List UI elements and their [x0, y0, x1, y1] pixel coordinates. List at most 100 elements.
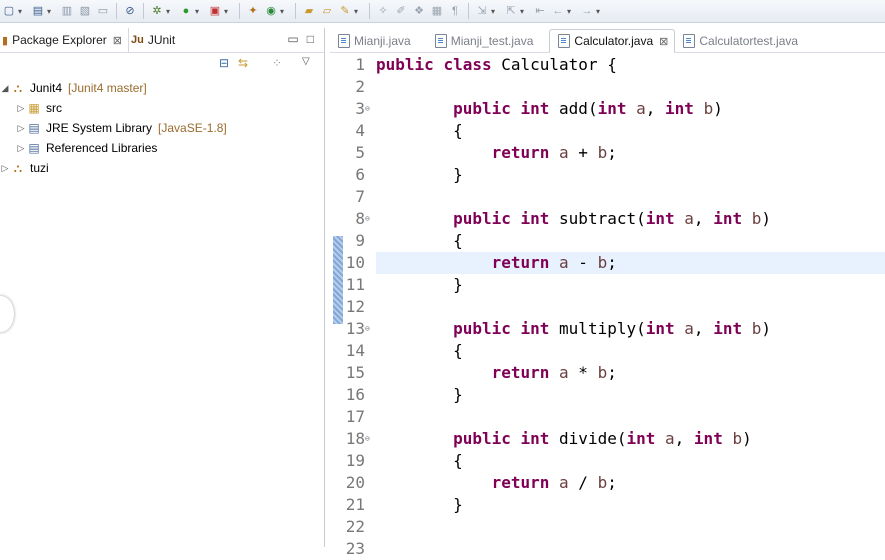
collapsed-arrow-icon[interactable]: ▷	[16, 103, 26, 114]
code-text-area[interactable]: 1 public class Calculator {2 3 ⊖ public int…	[330, 54, 885, 558]
new-project-icon[interactable]: ✦	[245, 3, 261, 19]
new-class-icon[interactable]: ◉	[263, 3, 279, 19]
code-line[interactable]: 17	[330, 406, 885, 428]
back-icon[interactable]: ←	[550, 3, 566, 19]
code-line[interactable]: 3 ⊖ public int add(int a, int b)	[330, 98, 885, 120]
forward-dropdown-icon[interactable]: ▾	[596, 7, 604, 16]
run-icon[interactable]: ●	[178, 3, 194, 19]
next-annotation-icon[interactable]: ⇲	[474, 3, 490, 19]
close-icon[interactable]: ⊠	[113, 34, 122, 47]
show-whitespace-icon[interactable]: ▦	[429, 3, 445, 19]
paragraph-icon[interactable]: ¶	[447, 3, 463, 19]
tree-node-jre[interactable]: ▷ ▤ JRE System Library [JavaSE-1.8]	[16, 118, 324, 138]
collapse-all-icon[interactable]: ⊟	[219, 56, 229, 70]
fold-toggle-icon[interactable]: ⊖	[365, 318, 370, 340]
code-line[interactable]: 1 public class Calculator {	[330, 54, 885, 76]
prev-annotation-dropdown-icon[interactable]: ▾	[520, 7, 528, 16]
toggle-edit-icon[interactable]: ✐	[393, 3, 409, 19]
forward-icon[interactable]: →	[579, 3, 595, 19]
coverage-dropdown-icon[interactable]: ▾	[224, 7, 232, 16]
filter-icon[interactable]: ⁘	[272, 56, 282, 70]
variable-token: b	[751, 209, 762, 228]
prev-annotation-icon[interactable]: ⇱	[503, 3, 519, 19]
code-line[interactable]: 21 }	[330, 494, 885, 516]
back-dropdown-icon[interactable]: ▾	[567, 7, 575, 16]
variable-token: a	[559, 363, 569, 382]
new-wizard-icon[interactable]: ▤	[30, 3, 46, 19]
debug-icon[interactable]: ✲	[149, 3, 165, 19]
coverage-icon[interactable]: ▣	[207, 3, 223, 19]
code-line[interactable]: 11 }	[330, 274, 885, 296]
code-line[interactable]: 23	[330, 538, 885, 560]
debug-dropdown-icon[interactable]: ▾	[166, 7, 174, 16]
code-line[interactable]: 16 }	[330, 384, 885, 406]
code-line[interactable]: 10 return a - b;	[330, 252, 885, 274]
tab-calculatortest[interactable]: Calculatortest.java	[675, 30, 814, 52]
code-line[interactable]: 9 {	[330, 230, 885, 252]
collapsed-arrow-icon[interactable]: ▷	[0, 163, 10, 174]
print-icon[interactable]: ▭	[95, 3, 111, 19]
code-line[interactable]: 14 {	[330, 340, 885, 362]
fold-toggle-icon[interactable]: ⊖	[365, 98, 370, 120]
code-line[interactable]: 2	[330, 76, 885, 98]
skip-breakpoints-icon[interactable]: ⊘	[122, 3, 138, 19]
tree-node-junit4[interactable]: ◢ ⛬ Junit4 [Junit4 master]	[0, 78, 324, 98]
code-text: {	[376, 450, 885, 472]
collapsed-arrow-icon[interactable]: ▷	[16, 123, 26, 134]
view-menu-icon[interactable]: ▽	[302, 56, 310, 67]
code-line[interactable]: 12	[330, 296, 885, 318]
keyword-token: public	[376, 55, 434, 74]
tab-mianji[interactable]: Mianji.java	[330, 30, 427, 52]
minimize-icon[interactable]: ▭	[287, 32, 298, 46]
text-token: ,	[693, 319, 714, 338]
last-edit-icon[interactable]: ⇤	[532, 3, 548, 19]
tab-mianji-test[interactable]: Mianji_test.java	[427, 30, 550, 52]
close-icon[interactable]: ⊠	[659, 35, 668, 48]
tree-node-referenced-libraries[interactable]: ▷ ▤ Referenced Libraries	[16, 138, 324, 158]
tab-calculator[interactable]: Calculator.java ⊠	[549, 29, 676, 53]
fold-toggle-icon[interactable]: ⊖	[365, 208, 370, 230]
tab-junit[interactable]: Ju JUnit	[129, 28, 181, 52]
next-annotation-dropdown-icon[interactable]: ▾	[491, 7, 499, 16]
maximize-icon[interactable]: □	[307, 32, 314, 46]
collapsed-arrow-icon[interactable]: ▷	[16, 143, 26, 154]
code-line[interactable]: 13 ⊖ public int multiply(int a, int b)	[330, 318, 885, 340]
save-all-icon[interactable]: ▧	[77, 3, 93, 19]
code-line[interactable]: 4 {	[330, 120, 885, 142]
library-icon: ▤	[28, 121, 40, 135]
toggle-block-icon[interactable]: ❖	[411, 3, 427, 19]
fold-toggle-icon[interactable]: ⊖	[365, 428, 370, 450]
code-line[interactable]: 8 ⊖ public int subtract(int a, int b)	[330, 208, 885, 230]
new-wizard-dropdown-icon[interactable]: ▾	[47, 7, 55, 16]
link-with-editor-icon[interactable]: ⇆	[238, 56, 248, 70]
code-line[interactable]: 6 }	[330, 164, 885, 186]
code-line[interactable]: 15 return a * b;	[330, 362, 885, 384]
new-class-dropdown-icon[interactable]: ▾	[280, 7, 288, 16]
code-line[interactable]: 5 return a + b;	[330, 142, 885, 164]
open-type-icon[interactable]: ▰	[301, 3, 317, 19]
tree-node-tuzi[interactable]: ▷ ⛬ tuzi	[0, 158, 324, 178]
floating-edge-handle[interactable]	[0, 296, 14, 332]
run-dropdown-icon[interactable]: ▾	[195, 7, 203, 16]
toggle-mark-icon[interactable]: ✧	[375, 3, 391, 19]
code-line[interactable]: 18 ⊖ public int divide(int a, int b)	[330, 428, 885, 450]
search-icon[interactable]: ✎	[337, 3, 353, 19]
text-token: }	[376, 495, 463, 514]
new-icon[interactable]: ▢	[1, 3, 17, 19]
new-dropdown-icon[interactable]: ▾	[18, 7, 26, 16]
code-line[interactable]: 19 {	[330, 450, 885, 472]
open-task-icon[interactable]: ▱	[319, 3, 335, 19]
code-line[interactable]: 20 return a / b;	[330, 472, 885, 494]
expanded-arrow-icon[interactable]: ◢	[0, 83, 10, 94]
tree-node-src[interactable]: ▷ ▦ src	[16, 98, 324, 118]
toolbar-separator	[295, 3, 296, 19]
tab-package-explorer[interactable]: ▮ Package Explorer ⊠	[0, 28, 129, 52]
code-line[interactable]: 22	[330, 516, 885, 538]
code-line[interactable]: 7	[330, 186, 885, 208]
search-dropdown-icon[interactable]: ▾	[354, 7, 362, 16]
save-icon[interactable]: ▥	[59, 3, 75, 19]
